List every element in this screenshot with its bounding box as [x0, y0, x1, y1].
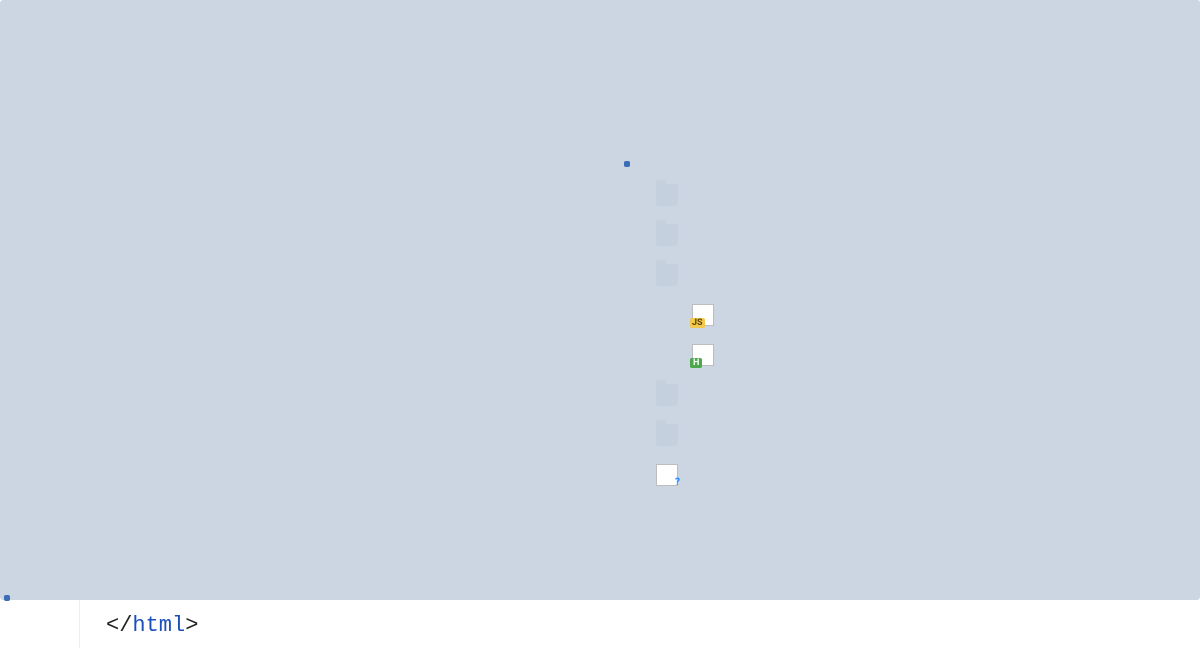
- folder-icon: [656, 384, 678, 406]
- html-file-icon: [692, 344, 714, 366]
- folder-icon: [656, 424, 678, 446]
- server-icon: [620, 144, 642, 166]
- folder-icon: [656, 224, 678, 246]
- js-file-icon: [692, 304, 714, 326]
- server-select[interactable]: apache ▾: [600, 60, 920, 112]
- code-line[interactable]: </html>: [102, 604, 581, 648]
- folder-icon: [656, 264, 678, 286]
- folder-icon: [656, 184, 678, 206]
- file-icon: [656, 464, 678, 486]
- remote-toolbar: apache ▾ ...: [582, 44, 1200, 129]
